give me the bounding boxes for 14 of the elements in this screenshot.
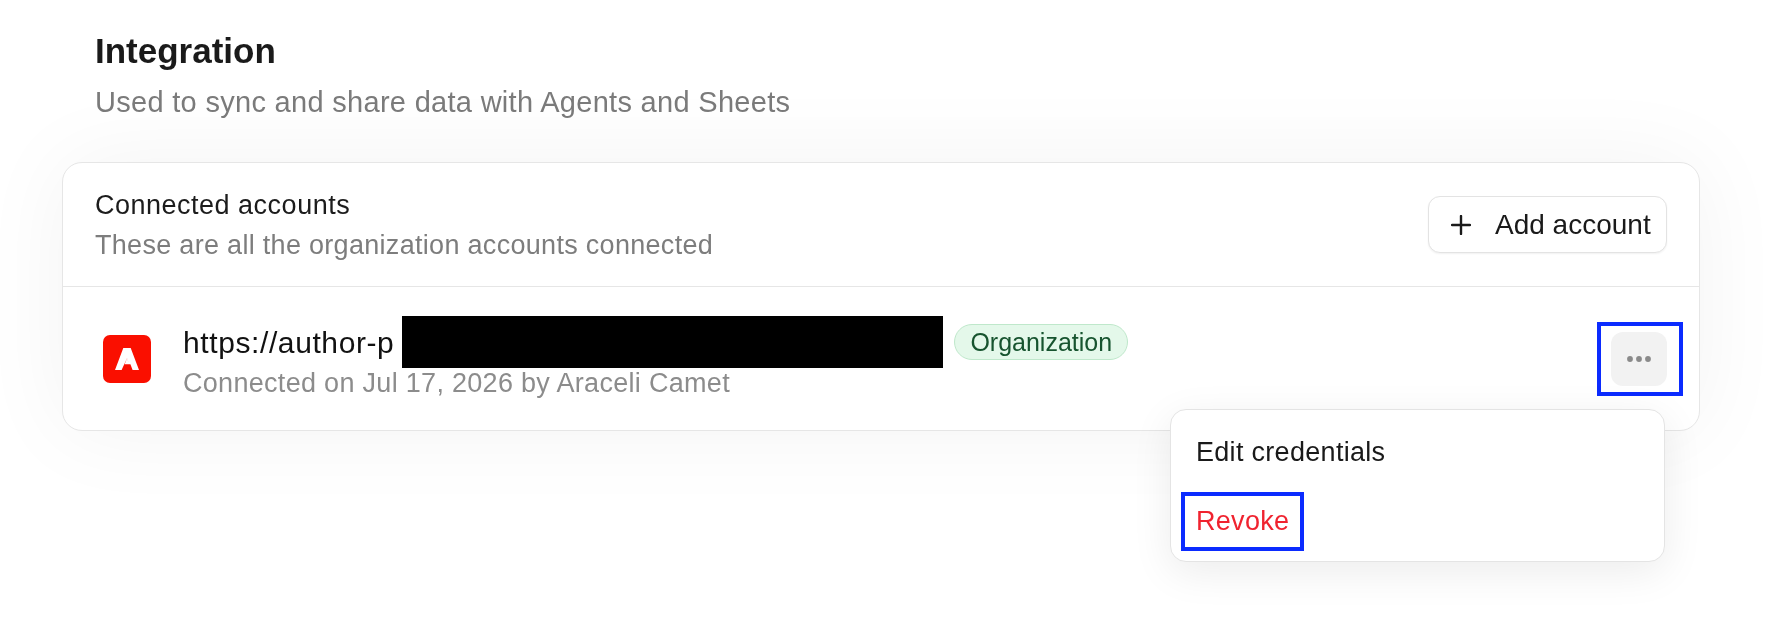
organization-badge: Organization [954, 324, 1129, 360]
menu-item[interactable]: Edit credentials [1185, 426, 1397, 478]
ellipsis-icon [1627, 355, 1651, 362]
plus-icon [1451, 214, 1471, 235]
section-description: These are all the organization accounts connected [95, 228, 714, 262]
section-title: Connected accounts [95, 188, 351, 222]
add-account-button[interactable]: Add account [1428, 196, 1667, 253]
app-logo-icon [103, 334, 151, 383]
account-url: https://author-p [183, 324, 395, 361]
menu-item[interactable]: Revoke [1185, 495, 1301, 547]
page-subtitle: Used to sync and share data with Agents and Sheets [95, 85, 791, 120]
connection-info: Connected on Jul 17, 2026 by Araceli Camet [183, 367, 730, 400]
more-options-button[interactable] [1611, 331, 1667, 386]
page-title: Integration [95, 30, 276, 72]
